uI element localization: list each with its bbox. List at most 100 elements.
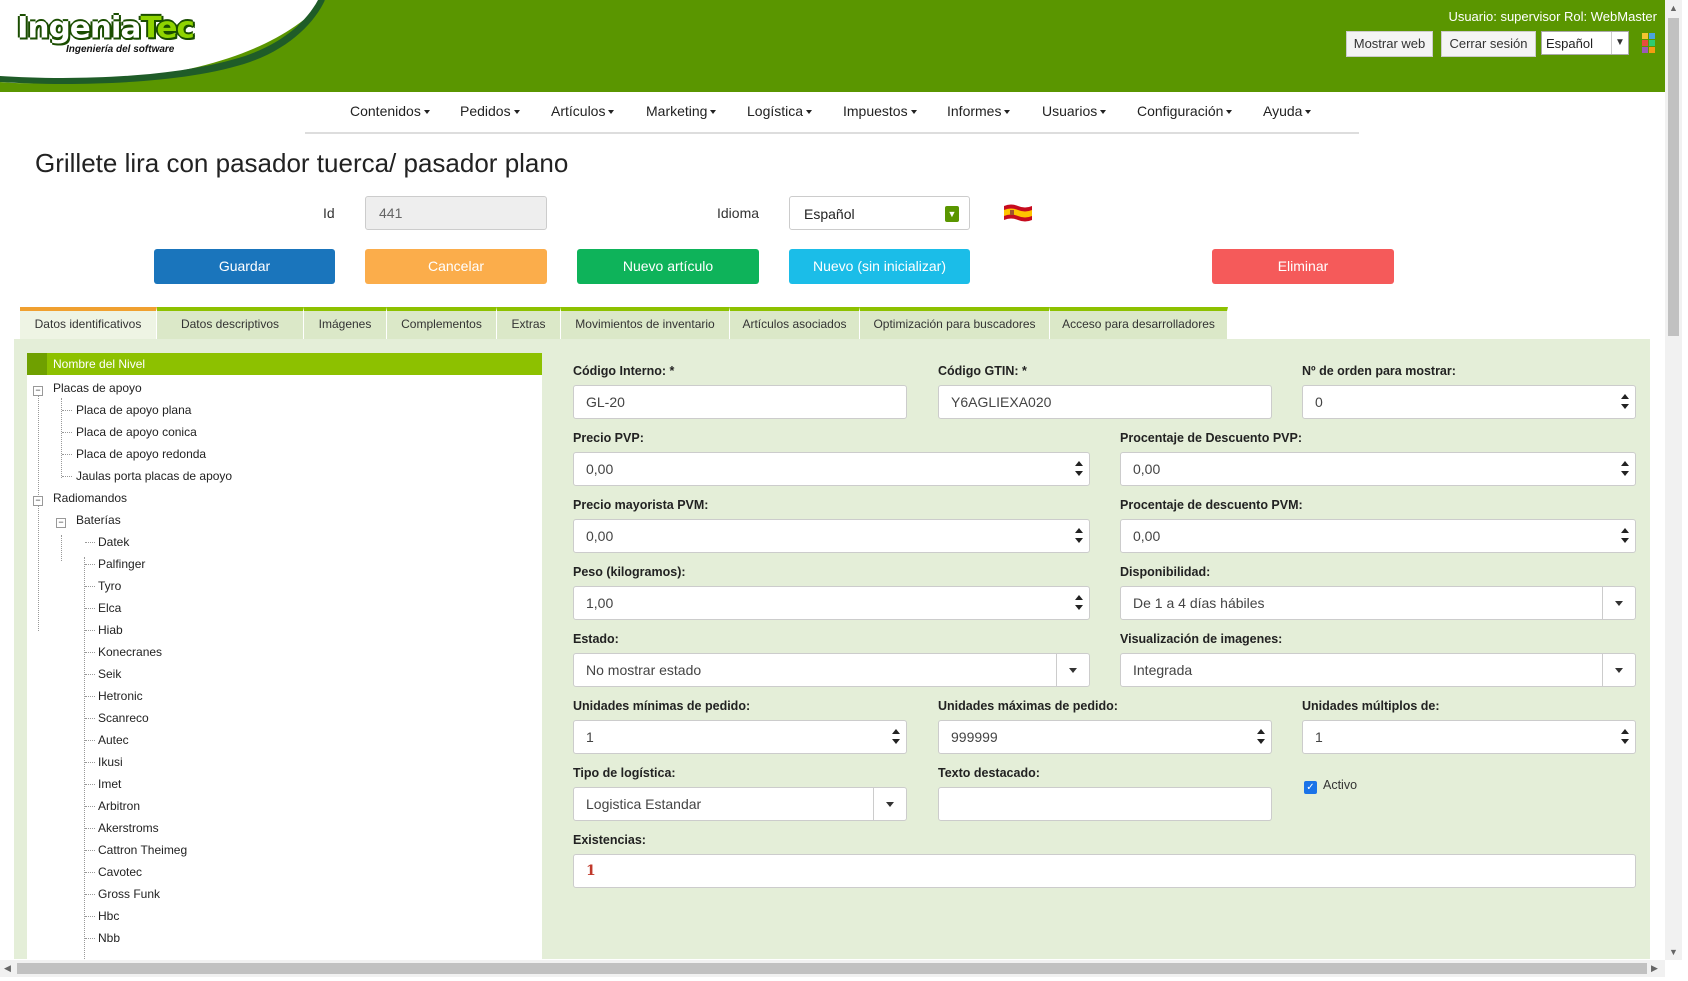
tree-node[interactable]: Placa de apoyo plana bbox=[76, 403, 191, 417]
tree-node[interactable]: Scanreco bbox=[98, 711, 149, 725]
chevron-down-icon[interactable] bbox=[1602, 654, 1635, 686]
scroll-right-icon[interactable]: ▶ bbox=[1651, 963, 1658, 974]
nav-impuestos[interactable]: Impuestos bbox=[843, 103, 917, 119]
vertical-scroll-thumb[interactable] bbox=[1668, 18, 1679, 336]
idioma-select[interactable]: Español ▼ bbox=[789, 196, 970, 230]
collapse-icon[interactable]: − bbox=[33, 386, 43, 396]
collapse-icon[interactable]: − bbox=[56, 518, 66, 528]
nav-pedidos[interactable]: Pedidos bbox=[460, 103, 520, 119]
tree-node[interactable]: Akerstroms bbox=[98, 821, 159, 835]
existencias-input[interactable]: 1 bbox=[573, 854, 1636, 888]
collapse-icon[interactable]: − bbox=[33, 496, 43, 506]
spinner-icon[interactable] bbox=[1621, 528, 1629, 544]
tab-desarrolladores[interactable]: Acceso para desarrolladores bbox=[1050, 307, 1228, 339]
uds-min-input[interactable]: 1 bbox=[573, 720, 907, 754]
tab-seo[interactable]: Optimización para buscadores bbox=[860, 307, 1050, 339]
orden-input[interactable]: 0 bbox=[1302, 385, 1636, 419]
show-web-button[interactable]: Mostrar web bbox=[1346, 31, 1433, 57]
tree-node[interactable]: Datek bbox=[98, 535, 129, 549]
tab-movimientos[interactable]: Movimientos de inventario bbox=[561, 307, 730, 339]
logout-button[interactable]: Cerrar sesión bbox=[1441, 31, 1536, 57]
spinner-icon[interactable] bbox=[1621, 729, 1629, 745]
destacado-input[interactable] bbox=[938, 787, 1272, 821]
spinner-icon[interactable] bbox=[1621, 461, 1629, 477]
tab-extras[interactable]: Extras bbox=[497, 307, 561, 339]
estado-select[interactable]: No mostrar estado bbox=[573, 653, 1090, 687]
tree-node[interactable]: Cattron Theimeg bbox=[98, 843, 187, 857]
precio-pvm-input[interactable]: 0,00 bbox=[573, 519, 1090, 553]
codigo-interno-input[interactable]: GL-20 bbox=[573, 385, 907, 419]
new-item-button[interactable]: Nuevo artículo bbox=[577, 249, 759, 284]
scroll-left-icon[interactable]: ◀ bbox=[4, 963, 11, 974]
nav-marketing[interactable]: Marketing bbox=[646, 103, 716, 119]
scroll-down-icon[interactable]: ▼ bbox=[1669, 947, 1678, 957]
tab-imagenes[interactable]: Imágenes bbox=[304, 307, 387, 339]
nav-ayuda[interactable]: Ayuda bbox=[1263, 103, 1311, 119]
chevron-down-icon[interactable] bbox=[1056, 654, 1089, 686]
spinner-icon[interactable] bbox=[1621, 394, 1629, 410]
delete-button[interactable]: Eliminar bbox=[1212, 249, 1394, 284]
tree-node[interactable]: Arbitron bbox=[98, 799, 140, 813]
tree-node[interactable]: Gross Funk bbox=[98, 887, 160, 901]
precio-pvm-label: Precio mayorista PVM: bbox=[573, 498, 709, 512]
tab-articulos-asociados[interactable]: Artículos asociados bbox=[730, 307, 860, 339]
tree-node[interactable]: Palfinger bbox=[98, 557, 145, 571]
disponibilidad-select[interactable]: De 1 a 4 días hábiles bbox=[1120, 586, 1636, 620]
tree-node[interactable]: Placas de apoyo bbox=[53, 381, 142, 395]
tree-node[interactable]: Hiab bbox=[98, 623, 123, 637]
spinner-icon[interactable] bbox=[892, 729, 900, 745]
tree-header-label: Nombre del Nivel bbox=[53, 357, 146, 371]
tree-node[interactable]: Ikusi bbox=[98, 755, 123, 769]
tree-node[interactable]: Hbc bbox=[98, 909, 119, 923]
activo-checkbox[interactable]: ✓ bbox=[1304, 781, 1317, 794]
tree-node[interactable]: Elca bbox=[98, 601, 121, 615]
peso-input[interactable]: 1,00 bbox=[573, 586, 1090, 620]
tree-node[interactable]: Cavotec bbox=[98, 865, 142, 879]
desc-pvm-input[interactable]: 0,00 bbox=[1120, 519, 1636, 553]
tab-datos-descriptivos[interactable]: Datos descriptivos bbox=[157, 307, 304, 339]
tree-node[interactable]: Baterías bbox=[76, 513, 121, 527]
chevron-down-icon[interactable] bbox=[873, 788, 906, 820]
nav-contenidos[interactable]: Contenidos bbox=[350, 103, 430, 119]
precio-pvp-input[interactable]: 0,00 bbox=[573, 452, 1090, 486]
spinner-icon[interactable] bbox=[1075, 595, 1083, 611]
tree-node[interactable]: Imet bbox=[98, 777, 121, 791]
tree-node[interactable]: Nbb bbox=[98, 931, 120, 945]
nav-logistica[interactable]: Logística bbox=[747, 103, 812, 119]
visualizacion-select[interactable]: Integrada bbox=[1120, 653, 1636, 687]
tree-node[interactable]: Seik bbox=[98, 667, 121, 681]
spinner-icon[interactable] bbox=[1257, 729, 1265, 745]
cancel-button[interactable]: Cancelar bbox=[365, 249, 547, 284]
language-select[interactable]: Español ▼ bbox=[1541, 31, 1629, 55]
chevron-down-icon[interactable] bbox=[1602, 587, 1635, 619]
new-blank-button[interactable]: Nuevo (sin inicializar) bbox=[789, 249, 970, 284]
uds-max-input[interactable]: 999999 bbox=[938, 720, 1272, 754]
tree-node[interactable]: Placa de apoyo conica bbox=[76, 425, 197, 439]
vertical-scrollbar[interactable]: ▲ ▼ bbox=[1665, 0, 1682, 960]
tree-node[interactable]: Konecranes bbox=[98, 645, 162, 659]
tree-node[interactable]: Hetronic bbox=[98, 689, 143, 703]
desc-pvp-input[interactable]: 0,00 bbox=[1120, 452, 1636, 486]
save-button[interactable]: Guardar bbox=[154, 249, 335, 284]
logistica-select[interactable]: Logistica Estandar bbox=[573, 787, 907, 821]
tree-node[interactable]: Autec bbox=[98, 733, 129, 747]
tree-node[interactable]: Placa de apoyo redonda bbox=[76, 447, 206, 461]
nav-informes[interactable]: Informes bbox=[947, 103, 1010, 119]
uds-mult-input[interactable]: 1 bbox=[1302, 720, 1636, 754]
tree-node[interactable]: Radiomandos bbox=[53, 491, 127, 505]
nav-usuarios[interactable]: Usuarios bbox=[1042, 103, 1106, 119]
tab-datos-identificativos[interactable]: Datos identificativos bbox=[20, 307, 157, 339]
codigo-gtin-input[interactable]: Y6AGLIEXA020 bbox=[938, 385, 1272, 419]
apps-grid-icon[interactable] bbox=[1642, 31, 1662, 53]
nav-articulos[interactable]: Artículos bbox=[551, 103, 614, 119]
logo[interactable]: IngeniaTec bbox=[17, 11, 195, 45]
spinner-icon[interactable] bbox=[1075, 461, 1083, 477]
spinner-icon[interactable] bbox=[1075, 528, 1083, 544]
horizontal-scrollbar[interactable]: ◀ ▶ bbox=[0, 960, 1665, 977]
nav-configuracion[interactable]: Configuración bbox=[1137, 103, 1232, 119]
tree-node[interactable]: Tyro bbox=[98, 579, 121, 593]
tree-node[interactable]: Jaulas porta placas de apoyo bbox=[76, 469, 232, 483]
scroll-up-icon[interactable]: ▲ bbox=[1669, 3, 1678, 13]
tab-complementos[interactable]: Complementos bbox=[387, 307, 497, 339]
horizontal-scroll-thumb[interactable] bbox=[17, 963, 1647, 974]
